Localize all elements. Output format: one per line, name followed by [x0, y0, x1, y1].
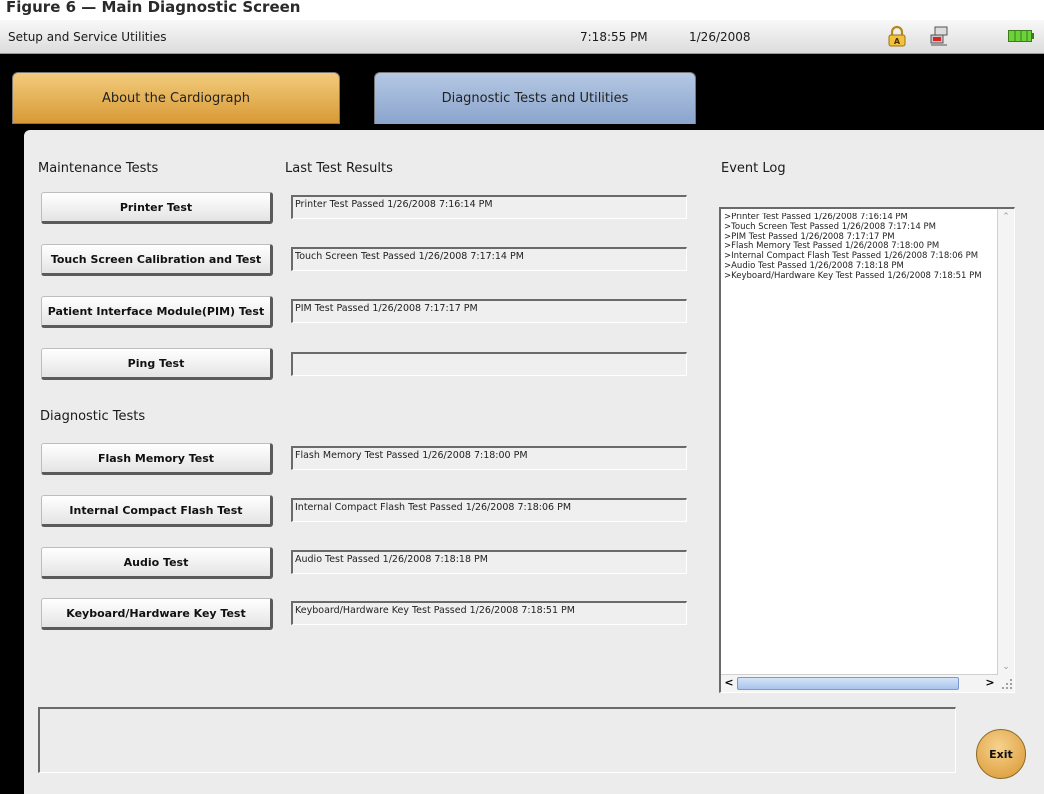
scroll-down-icon[interactable]: ⌄	[998, 659, 1014, 675]
battery-icon	[1008, 30, 1034, 42]
flash-memory-test-button[interactable]: Flash Memory Test	[41, 443, 273, 475]
event-log-heading: Event Log	[721, 161, 786, 176]
log-entry: >Keyboard/Hardware Key Test Passed 1/26/…	[724, 270, 982, 281]
resize-grip-icon[interactable]	[998, 675, 1014, 692]
touch-screen-test-result: Touch Screen Test Passed 1/26/2008 7:17:…	[291, 247, 687, 271]
horizontal-scroll-thumb[interactable]	[737, 677, 959, 690]
tab-label: Diagnostic Tests and Utilities	[441, 91, 629, 106]
internal-compact-flash-test-result: Internal Compact Flash Test Passed 1/26/…	[291, 498, 687, 522]
status-message-box	[38, 707, 956, 773]
title-bar: Setup and Service Utilities 7:18:55 PM 1…	[0, 20, 1044, 54]
printer-test-result: Printer Test Passed 1/26/2008 7:16:14 PM	[291, 195, 687, 219]
horizontal-scrollbar[interactable]: < >	[721, 674, 998, 692]
scroll-up-icon[interactable]: ⌃	[998, 209, 1014, 225]
diagnostics-panel: Maintenance Tests Last Test Results Even…	[24, 130, 1044, 794]
event-log-lines: >Printer Test Passed 1/26/2008 7:16:14 P…	[724, 213, 1000, 282]
scroll-left-icon[interactable]: <	[721, 675, 737, 691]
event-log-box[interactable]: >Printer Test Passed 1/26/2008 7:16:14 P…	[719, 207, 1015, 693]
keyboard-hardware-key-test-button[interactable]: Keyboard/Hardware Key Test	[41, 598, 273, 630]
internal-compact-flash-test-button[interactable]: Internal Compact Flash Test	[41, 495, 273, 527]
diagnostic-tests-heading: Diagnostic Tests	[40, 409, 146, 424]
clock-time: 7:18:55 PM	[580, 30, 648, 44]
tab-diagnostic-tests[interactable]: Diagnostic Tests and Utilities	[374, 72, 696, 124]
audio-test-button[interactable]: Audio Test	[41, 547, 273, 579]
ping-test-button[interactable]: Ping Test	[41, 348, 273, 380]
network-icon[interactable]	[928, 25, 950, 47]
clock-date: 1/26/2008	[689, 30, 751, 44]
lock-icon[interactable]: A	[886, 25, 908, 47]
app-title: Setup and Service Utilities	[8, 30, 167, 44]
tab-about-cardiograph[interactable]: About the Cardiograph	[12, 72, 340, 124]
touch-screen-test-button[interactable]: Touch Screen Calibration and Test	[41, 244, 273, 276]
audio-test-result: Audio Test Passed 1/26/2008 7:18:18 PM	[291, 550, 687, 574]
svg-text:A: A	[894, 37, 901, 46]
printer-test-button[interactable]: Printer Test	[41, 192, 273, 224]
figure-caption: Figure 6 — Main Diagnostic Screen	[0, 0, 1044, 20]
vertical-scrollbar[interactable]: ⌃ ⌄	[997, 209, 1014, 675]
device-screen: Setup and Service Utilities 7:18:55 PM 1…	[0, 20, 1044, 794]
keyboard-hardware-key-test-result: Keyboard/Hardware Key Test Passed 1/26/2…	[291, 601, 687, 625]
exit-button[interactable]: Exit	[976, 729, 1026, 779]
pim-test-result: PIM Test Passed 1/26/2008 7:17:17 PM	[291, 299, 687, 323]
pim-test-button[interactable]: Patient Interface Module(PIM) Test	[41, 296, 273, 328]
last-test-results-heading: Last Test Results	[285, 161, 393, 176]
maintenance-tests-heading: Maintenance Tests	[38, 161, 159, 176]
ping-test-result	[291, 352, 687, 376]
scroll-right-icon[interactable]: >	[982, 675, 998, 691]
tab-label: About the Cardiograph	[101, 90, 251, 106]
flash-memory-test-result: Flash Memory Test Passed 1/26/2008 7:18:…	[291, 446, 687, 470]
